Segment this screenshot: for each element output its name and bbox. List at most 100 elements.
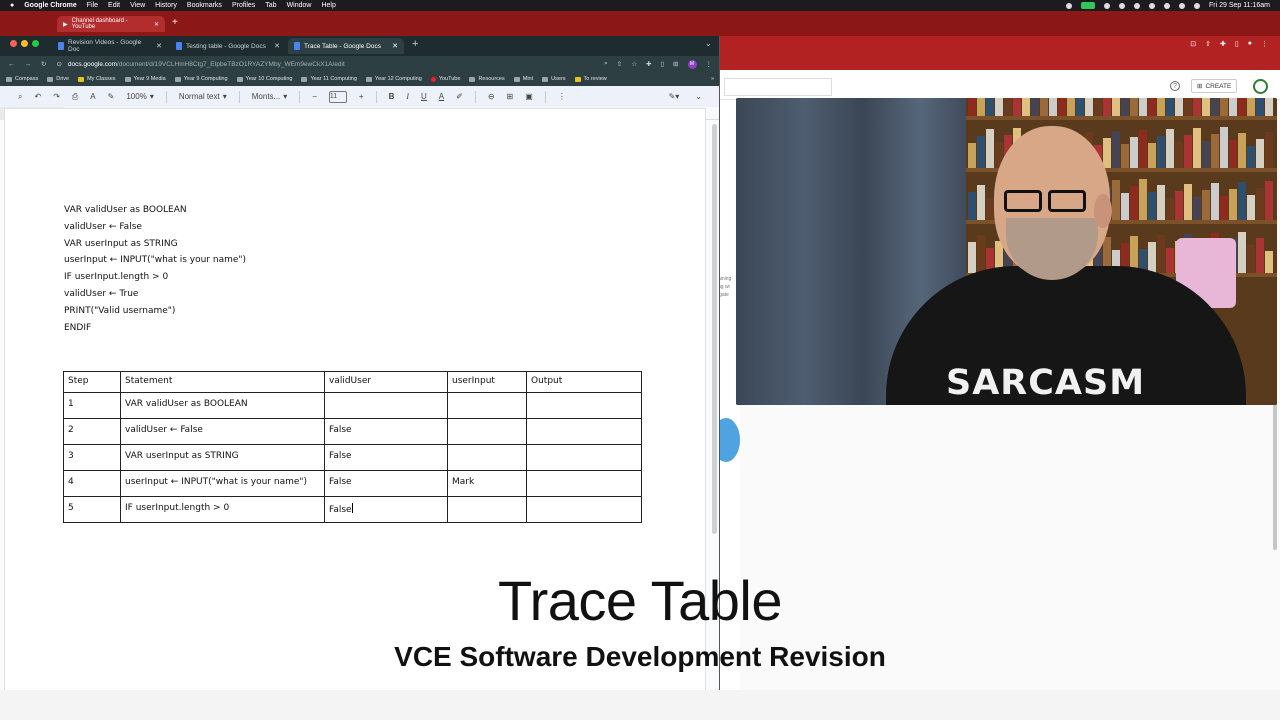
back-icon[interactable]: ← [8, 61, 15, 68]
close-icon[interactable]: ✕ [156, 42, 162, 50]
control-center-icon[interactable] [1194, 2, 1201, 9]
bookmark-to-review[interactable]: To review [574, 76, 607, 82]
background-tab[interactable]: ▶ Channel dashboard - YouTube ✕ [57, 16, 165, 32]
close-window-button[interactable] [10, 40, 17, 47]
site-info-icon[interactable]: ⊙ [56, 60, 61, 68]
bold-icon[interactable]: B [389, 92, 395, 101]
undo-icon[interactable]: ↶ [34, 92, 41, 101]
bookmark-resources[interactable]: Resources [469, 76, 505, 82]
camera-indicator-icon[interactable] [1081, 2, 1096, 9]
document-scrollbar[interactable] [712, 124, 717, 534]
bookmark-year-9-media[interactable]: Year 9 Media [124, 76, 166, 82]
search-menus-icon[interactable]: ⌕ [18, 92, 22, 102]
style-select[interactable]: Normal text ▾ [179, 92, 227, 101]
zoom-select[interactable]: 100% ▾ [126, 92, 153, 101]
status-icon[interactable] [1066, 2, 1073, 9]
menu-profiles[interactable]: Profiles [232, 2, 255, 9]
sidebar-icon[interactable]: ▯ [660, 60, 664, 68]
link-icon[interactable]: ⊖ [488, 92, 495, 101]
table-cell[interactable]: VAR userInput as STRING [120, 444, 325, 471]
table-cell[interactable] [526, 392, 642, 419]
table-cell[interactable] [447, 496, 527, 523]
table-cell[interactable] [526, 418, 642, 445]
paint-format-icon[interactable]: ✎ [108, 92, 115, 101]
table-cell[interactable]: False [324, 418, 448, 445]
minimize-window-button[interactable] [21, 40, 28, 47]
search-icon[interactable] [1179, 2, 1186, 9]
text-color-icon[interactable]: A [439, 92, 444, 101]
more-options-icon[interactable]: ⋮ [558, 92, 566, 101]
table-cell[interactable] [526, 496, 642, 523]
menu-edit[interactable]: Edit [108, 2, 120, 9]
comment-icon[interactable]: ⊞ [507, 92, 514, 101]
menu-bookmarks[interactable]: Bookmarks [187, 2, 222, 9]
editing-mode-icon[interactable]: ✎▾ [669, 92, 680, 101]
collapse-toolbar-icon[interactable]: ⌄ [695, 92, 702, 101]
status-icon[interactable] [1119, 2, 1126, 9]
print-icon[interactable]: ⎙ [72, 92, 78, 102]
image-icon[interactable]: ▣ [525, 92, 533, 101]
avatar[interactable] [1253, 79, 1268, 94]
menu-icon[interactable]: ⋮ [1261, 40, 1268, 48]
bookmark-year-10-computing[interactable]: Year 10 Computing [236, 76, 292, 82]
create-button[interactable]: ⊞ CREATE [1191, 79, 1238, 93]
table-header-cell[interactable]: Step [63, 371, 121, 393]
font-size-input[interactable]: 11 [328, 90, 347, 103]
apple-icon[interactable]: ● [10, 2, 14, 9]
share-icon[interactable]: ⇧ [1205, 40, 1211, 48]
highlight-icon[interactable]: ✐ [456, 92, 463, 101]
bookmark-year-12-computing[interactable]: Year 12 Computing [365, 76, 422, 82]
tab-revision-videos[interactable]: Revision Videos - Google Doc ✕ [52, 38, 168, 54]
menu-clock[interactable]: Fri 29 Sep 11:16am [1209, 2, 1270, 9]
bookmark-compass[interactable]: Compass [6, 76, 38, 82]
extensions-icon[interactable]: ✚ [646, 60, 651, 68]
profile-icon[interactable]: ● [1248, 40, 1252, 48]
table-cell[interactable]: VAR validUser as BOOLEAN [120, 392, 325, 419]
table-cell[interactable]: IF userInput.length > 0 [120, 496, 325, 523]
table-header-cell[interactable]: userInput [447, 371, 527, 393]
menu-tab[interactable]: Tab [265, 2, 276, 9]
menu-view[interactable]: View [130, 2, 145, 9]
menu-file[interactable]: File [87, 2, 98, 9]
table-cell[interactable]: False [324, 444, 448, 471]
spellcheck-icon[interactable]: A [90, 92, 95, 101]
zoom-window-button[interactable] [32, 40, 39, 47]
table-header-cell[interactable]: Output [526, 371, 642, 393]
table-cell[interactable]: validUser ← False [120, 418, 325, 445]
table-cell[interactable] [526, 444, 642, 471]
table-cell[interactable]: 3 [63, 444, 121, 471]
bookmark-users[interactable]: Users [542, 76, 566, 82]
table-cell[interactable]: 2 [63, 418, 121, 445]
status-icon[interactable] [1104, 2, 1111, 9]
italic-icon[interactable]: I [406, 92, 409, 101]
extension-icon[interactable]: ✚ [1220, 40, 1226, 48]
table-cell[interactable] [324, 392, 448, 419]
puzzle-icon[interactable]: ⊞ [673, 60, 678, 68]
table-cell[interactable] [447, 418, 527, 445]
pseudocode-block[interactable]: VAR validUser as BOOLEAN validUser ← Fal… [64, 202, 246, 336]
tab-search-icon[interactable]: ⌄ [705, 39, 712, 48]
tab-trace-table[interactable]: Trace Table - Google Docs ✕ [288, 38, 404, 54]
bookmark-youtube[interactable]: YouTube [430, 76, 460, 82]
battery-icon[interactable] [1149, 2, 1156, 9]
close-icon[interactable]: ✕ [392, 42, 398, 50]
table-cell[interactable]: False [324, 470, 448, 497]
share-icon[interactable]: ⇧ [617, 60, 622, 68]
chrome-menu-icon[interactable]: ⋮ [706, 60, 713, 68]
bookmark-my-classes[interactable]: My Classes [78, 76, 116, 82]
table-cell[interactable] [447, 392, 527, 419]
bookmark-year-11-computing[interactable]: Year 11 Computing [301, 76, 357, 82]
close-icon[interactable]: ✕ [274, 42, 280, 50]
table-header-cell[interactable]: Statement [120, 371, 325, 393]
lock-icon[interactable]: ⊡ [1190, 40, 1196, 48]
menu-help[interactable]: Help [321, 2, 335, 9]
youtube-search-input[interactable] [724, 78, 832, 96]
menu-window[interactable]: Window [287, 2, 312, 9]
bookmark-year-9-computing[interactable]: Year 9 Computing [174, 76, 228, 82]
table-cell[interactable]: Mark [447, 470, 527, 497]
increase-font-size-button[interactable]: + [359, 92, 364, 101]
wifi-icon[interactable] [1164, 2, 1171, 9]
table-cell[interactable]: 4 [63, 470, 121, 497]
table-cell[interactable] [526, 470, 642, 497]
close-icon[interactable]: ✕ [154, 21, 159, 28]
